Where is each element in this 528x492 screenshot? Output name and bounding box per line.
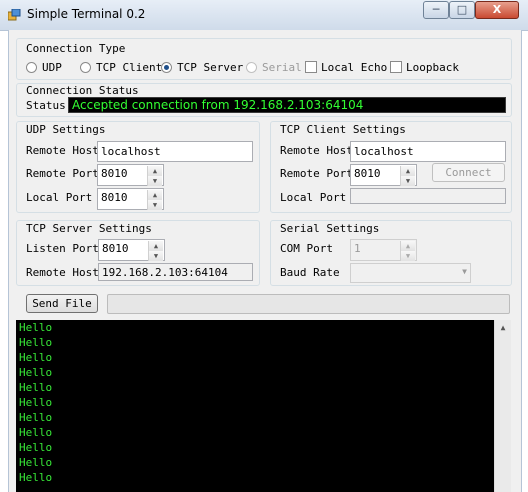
serial-settings-heading: Serial Settings: [280, 222, 380, 235]
local-echo-checkbox[interactable]: [305, 61, 317, 73]
tcp-client-local-port-field: [350, 188, 506, 204]
loopback-label[interactable]: Loopback: [406, 61, 459, 74]
terminal-line: Hello: [19, 471, 53, 484]
terminal-line: Hello: [19, 321, 53, 334]
spin-up-icon[interactable]: ▲: [401, 241, 415, 251]
terminal-line: Hello: [19, 366, 53, 379]
spin-down-icon[interactable]: ▼: [149, 251, 163, 261]
terminal-line: Hello: [19, 351, 53, 364]
terminal-line: Hello: [19, 426, 53, 439]
close-button[interactable]: X: [475, 1, 519, 19]
tcp-client-remote-host-input[interactable]: localhost: [350, 141, 506, 162]
app-icon: [7, 8, 21, 21]
spin-up-icon[interactable]: ▲: [148, 190, 162, 200]
connect-button[interactable]: Connect: [432, 163, 505, 182]
terminal-line: Hello: [19, 456, 53, 469]
spin-down-icon[interactable]: ▼: [401, 251, 415, 261]
tcp-client-radio-label[interactable]: TCP Client: [96, 61, 162, 74]
terminal-line: Hello: [19, 396, 53, 409]
tcp-client-remote-port-label: Remote Port: [280, 167, 353, 180]
tcp-server-radio[interactable]: [161, 62, 172, 73]
tcp-client-remote-port-value: 8010: [354, 167, 381, 180]
listen-port-stepper[interactable]: 8010 ▲ ▼: [98, 239, 165, 261]
serial-radio[interactable]: [246, 62, 257, 73]
spin-up-icon[interactable]: ▲: [149, 241, 163, 251]
baud-rate-select[interactable]: ▼: [350, 263, 471, 283]
udp-radio-label[interactable]: UDP: [42, 61, 62, 74]
udp-local-port-label: Local Port: [26, 191, 93, 204]
terminal-line: Hello: [19, 411, 53, 424]
status-label: Status: [26, 99, 66, 112]
listen-port-label: Listen Port: [26, 242, 99, 255]
listen-port-spin[interactable]: ▲ ▼: [148, 241, 163, 261]
baud-rate-label: Baud Rate: [280, 266, 340, 279]
com-port-spin[interactable]: ▲ ▼: [400, 241, 415, 261]
tcp-server-radio-label[interactable]: TCP Server: [177, 61, 243, 74]
status-text: Accepted connection from 192.168.2.103:6…: [72, 98, 364, 112]
tcp-server-remote-host-field: 192.168.2.103:64104: [98, 263, 253, 281]
udp-radio[interactable]: [26, 62, 37, 73]
com-port-label: COM Port: [280, 242, 333, 255]
local-echo-label[interactable]: Local Echo: [321, 61, 387, 74]
udp-remote-host-input[interactable]: localhost: [97, 141, 253, 162]
udp-remote-port-value: 8010: [101, 167, 128, 180]
terminal-line: Hello: [19, 441, 53, 454]
tcp-client-remote-port-stepper[interactable]: 8010 ▲ ▼: [350, 164, 417, 186]
listen-port-value: 8010: [102, 242, 129, 255]
tcp-client-settings-heading: TCP Client Settings: [280, 123, 406, 136]
udp-remote-port-label: Remote Port: [26, 167, 99, 180]
window-title: Simple Terminal 0.2: [27, 7, 146, 21]
spin-down-icon[interactable]: ▼: [401, 176, 415, 186]
udp-local-port-value: 8010: [101, 191, 128, 204]
spin-down-icon[interactable]: ▼: [148, 200, 162, 210]
com-port-value: 1: [354, 242, 361, 255]
terminal-line: Hello: [19, 336, 53, 349]
loopback-checkbox[interactable]: [390, 61, 402, 73]
minimize-button[interactable]: ─: [423, 1, 449, 19]
tcp-client-remote-port-spin[interactable]: ▲ ▼: [400, 166, 415, 186]
terminal-line: Hello: [19, 381, 53, 394]
chevron-down-icon[interactable]: ▼: [462, 267, 467, 276]
terminal-output[interactable]: Hello Hello Hello Hello Hello Hello Hell…: [16, 320, 494, 492]
udp-settings-heading: UDP Settings: [26, 123, 106, 136]
udp-remote-port-stepper[interactable]: 8010 ▲ ▼: [97, 164, 164, 186]
send-file-button[interactable]: Send File: [26, 294, 98, 313]
terminal-scrollbar[interactable]: ▲: [494, 320, 511, 492]
udp-remote-host-label: Remote Host: [26, 144, 99, 157]
com-port-stepper[interactable]: 1 ▲ ▼: [350, 239, 417, 261]
scroll-up-icon[interactable]: ▲: [498, 323, 508, 332]
spin-up-icon[interactable]: ▲: [401, 166, 415, 176]
maximize-button[interactable]: □: [449, 1, 475, 19]
tcp-server-settings-heading: TCP Server Settings: [26, 222, 152, 235]
spin-up-icon[interactable]: ▲: [148, 166, 162, 176]
tcp-server-remote-host-label: Remote Host: [26, 266, 99, 279]
tcp-client-local-port-label: Local Port: [280, 191, 347, 204]
udp-remote-port-spin[interactable]: ▲ ▼: [147, 166, 162, 186]
udp-local-port-stepper[interactable]: 8010 ▲ ▼: [97, 188, 164, 210]
tcp-client-radio[interactable]: [80, 62, 91, 73]
connection-type-heading: Connection Type: [26, 42, 126, 55]
spin-down-icon[interactable]: ▼: [148, 176, 162, 186]
connection-status-heading: Connection Status: [26, 84, 139, 97]
serial-radio-label[interactable]: Serial: [262, 61, 302, 74]
send-progress-bar: [107, 294, 510, 314]
tcp-client-remote-host-label: Remote Host: [280, 144, 353, 157]
udp-local-port-spin[interactable]: ▲ ▼: [147, 190, 162, 210]
